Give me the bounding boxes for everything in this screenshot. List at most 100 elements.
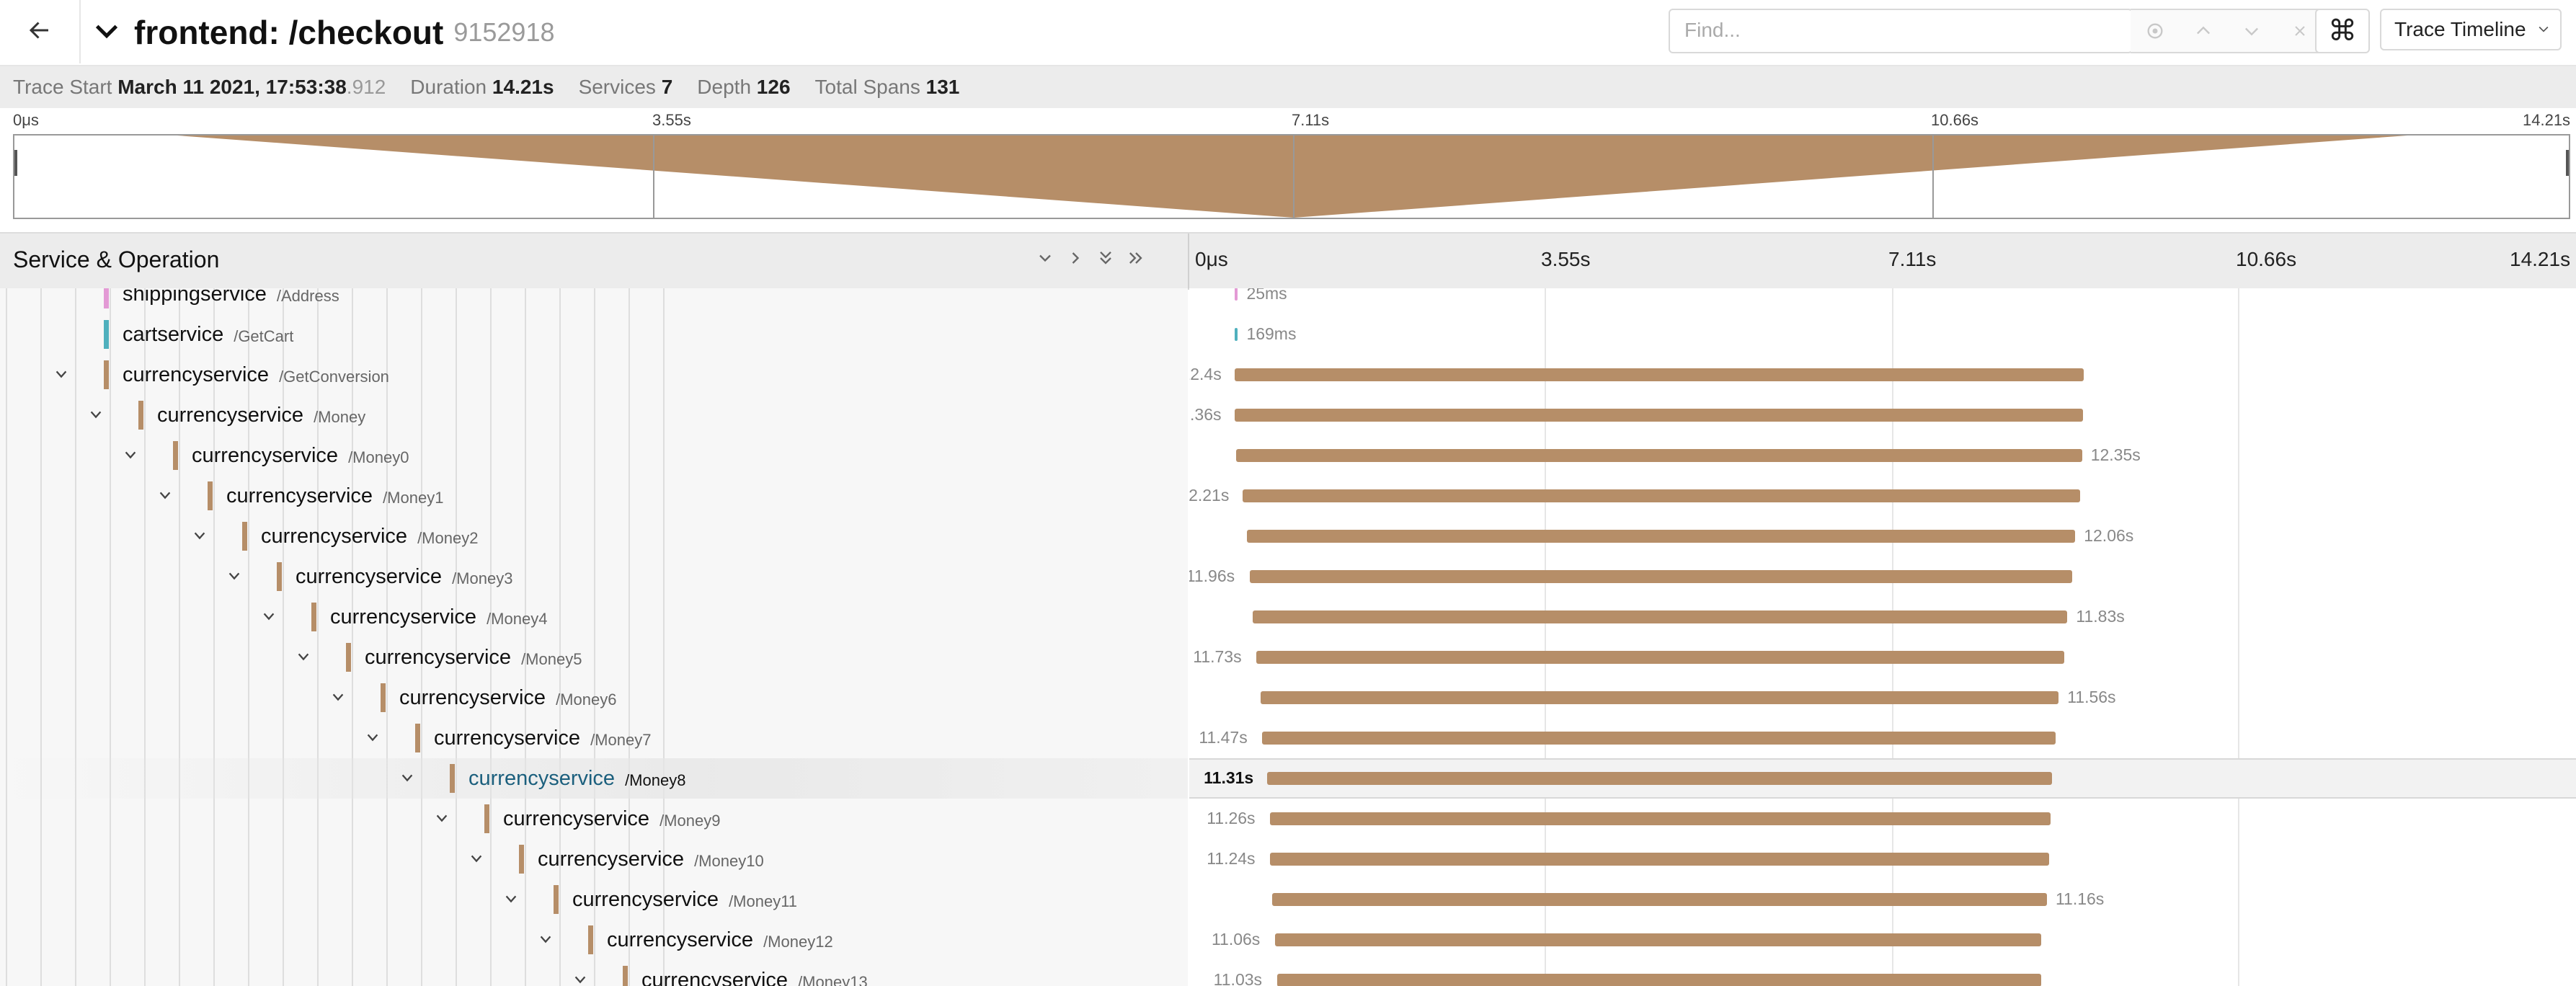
close-icon[interactable] bbox=[2286, 17, 2314, 45]
span-bar[interactable] bbox=[1235, 449, 2082, 462]
indent-guide bbox=[40, 288, 42, 986]
chevron-down-icon[interactable] bbox=[123, 447, 138, 466]
trace-title[interactable]: frontend: /checkout 9152918 bbox=[92, 7, 555, 58]
trace-start-value: March 11 2021, 17:53:38 bbox=[117, 76, 347, 98]
span-bar[interactable] bbox=[1235, 328, 1238, 341]
span-bar[interactable] bbox=[1271, 893, 2047, 906]
span-bar[interactable] bbox=[1243, 489, 2080, 502]
span-bar[interactable] bbox=[1252, 610, 2068, 623]
chevron-down-icon[interactable] bbox=[92, 17, 121, 49]
page-title: frontend: /checkout bbox=[134, 14, 444, 51]
span-bar[interactable] bbox=[1256, 651, 2065, 664]
depth-value: 126 bbox=[756, 76, 791, 98]
collapse-one-icon[interactable] bbox=[1035, 248, 1055, 272]
chevron-down-icon[interactable] bbox=[330, 689, 346, 709]
find-field[interactable] bbox=[1669, 9, 2140, 53]
operation-name: /GetCart bbox=[234, 327, 294, 345]
service-name: currencyservice bbox=[365, 645, 512, 669]
chevron-down-icon[interactable] bbox=[572, 972, 588, 986]
operation-name: /Money7 bbox=[590, 731, 652, 749]
chevron-down-icon[interactable] bbox=[88, 407, 104, 426]
span-row[interactable]: currencyservice/GetConversion bbox=[55, 355, 389, 395]
span-row[interactable]: currencyservice/Money7 bbox=[367, 718, 652, 758]
span-bar[interactable] bbox=[1235, 288, 1238, 301]
span-bar[interactable] bbox=[1246, 530, 2076, 543]
span-bar[interactable] bbox=[1235, 368, 2084, 381]
depth-label: Depth bbox=[697, 76, 752, 98]
chevron-up-icon[interactable] bbox=[2189, 17, 2218, 45]
trace-start-ms: .912 bbox=[346, 76, 386, 98]
span-bar[interactable] bbox=[1260, 691, 2059, 704]
span-bar[interactable] bbox=[1270, 812, 2051, 825]
minimap-canvas[interactable] bbox=[13, 134, 2570, 219]
minimap-handle-left[interactable] bbox=[14, 150, 17, 176]
span-row[interactable]: currencyservice/Money3 bbox=[228, 556, 512, 597]
span-bar[interactable] bbox=[1235, 409, 2084, 422]
span-bar[interactable] bbox=[1274, 933, 2041, 946]
span-row[interactable]: currencyservice/Money bbox=[90, 395, 365, 435]
view-mode-select[interactable]: Trace Timeline bbox=[2380, 9, 2562, 50]
span-row[interactable]: currencyservice/Money0 bbox=[125, 435, 409, 476]
chevron-down-icon[interactable] bbox=[538, 931, 554, 951]
span-bar[interactable] bbox=[1267, 772, 2052, 785]
operation-name: /Address bbox=[276, 288, 339, 305]
chevron-down-icon[interactable] bbox=[261, 608, 277, 628]
find-input[interactable] bbox=[1670, 10, 2140, 50]
column-resizer[interactable] bbox=[1188, 234, 1189, 288]
locate-icon[interactable] bbox=[2141, 17, 2169, 45]
operation-name: /Money6 bbox=[556, 690, 617, 709]
service-name: shippingservice bbox=[123, 288, 267, 306]
minimap-tick: 3.55s bbox=[652, 111, 691, 129]
trace-minimap[interactable]: 0μs 3.55s 7.11s 10.66s 14.21s bbox=[0, 108, 2576, 234]
collapse-all-icon[interactable] bbox=[1096, 248, 1116, 272]
service-color-marker bbox=[104, 288, 109, 308]
services-value: 7 bbox=[661, 76, 673, 98]
chevron-down-icon[interactable] bbox=[434, 810, 450, 830]
expand-one-icon[interactable] bbox=[1065, 248, 1085, 272]
span-row[interactable]: currencyservice/Money4 bbox=[263, 597, 547, 637]
service-color-marker bbox=[104, 320, 109, 349]
span-row[interactable]: currencyservice/Money10 bbox=[471, 839, 764, 879]
span-duration: 11.06s bbox=[1211, 930, 1261, 949]
chevron-down-icon[interactable] bbox=[226, 568, 242, 587]
span-row[interactable]: currencyservice/Money1 bbox=[159, 476, 443, 516]
span-bar[interactable] bbox=[1249, 570, 2073, 583]
span-duration: 11.16s bbox=[2055, 889, 2105, 908]
back-button[interactable] bbox=[0, 0, 81, 63]
service-color-marker bbox=[415, 724, 420, 752]
span-row[interactable]: cartservice/GetCart bbox=[81, 314, 293, 355]
span-row[interactable]: currencyservice/Money5 bbox=[298, 637, 582, 678]
span-row[interactable]: currencyservice/Money2 bbox=[194, 516, 479, 556]
span-row[interactable]: currencyservice/Money6 bbox=[332, 678, 617, 718]
chevron-down-icon[interactable] bbox=[296, 649, 311, 668]
span-row[interactable]: currencyservice/Money8 bbox=[401, 758, 685, 799]
span-row[interactable]: currencyservice/Money11 bbox=[505, 879, 797, 920]
span-bar[interactable] bbox=[1262, 732, 2056, 745]
service-color-marker bbox=[138, 401, 143, 430]
chevron-down-icon[interactable] bbox=[192, 528, 208, 547]
span-row[interactable]: currencyservice/Money12 bbox=[540, 920, 833, 960]
expand-all-icon[interactable] bbox=[1126, 248, 1146, 272]
span-bar[interactable] bbox=[1276, 974, 2041, 986]
service-color-marker bbox=[484, 804, 489, 833]
keyboard-shortcuts-button[interactable]: ⌘ bbox=[2315, 9, 2370, 53]
chevron-down-icon[interactable] bbox=[157, 487, 173, 507]
service-color-marker bbox=[588, 925, 593, 954]
chevron-down-icon[interactable] bbox=[468, 850, 484, 870]
chevron-down-icon[interactable] bbox=[53, 366, 69, 386]
chevron-down-icon[interactable] bbox=[503, 891, 519, 910]
span-row[interactable]: currencyservice/Money9 bbox=[436, 799, 720, 839]
chevron-down-icon[interactable] bbox=[2237, 17, 2266, 45]
chevron-down-icon[interactable] bbox=[399, 770, 415, 789]
service-name: currencyservice bbox=[192, 443, 339, 467]
tree-controls bbox=[1035, 248, 1146, 272]
chevron-down-icon[interactable] bbox=[365, 729, 381, 749]
timeline-tick: 7.11s bbox=[1888, 248, 1937, 270]
duration: Duration 14.21s bbox=[410, 76, 554, 99]
minimap-handle-right[interactable] bbox=[2566, 150, 2569, 176]
span-bar[interactable] bbox=[1270, 853, 2049, 866]
span-row[interactable]: shippingservice/Address bbox=[81, 288, 339, 314]
operation-name: /Money2 bbox=[417, 529, 479, 547]
span-row[interactable]: currencyservice/Money13 bbox=[574, 960, 868, 986]
service-color-marker bbox=[208, 481, 213, 510]
